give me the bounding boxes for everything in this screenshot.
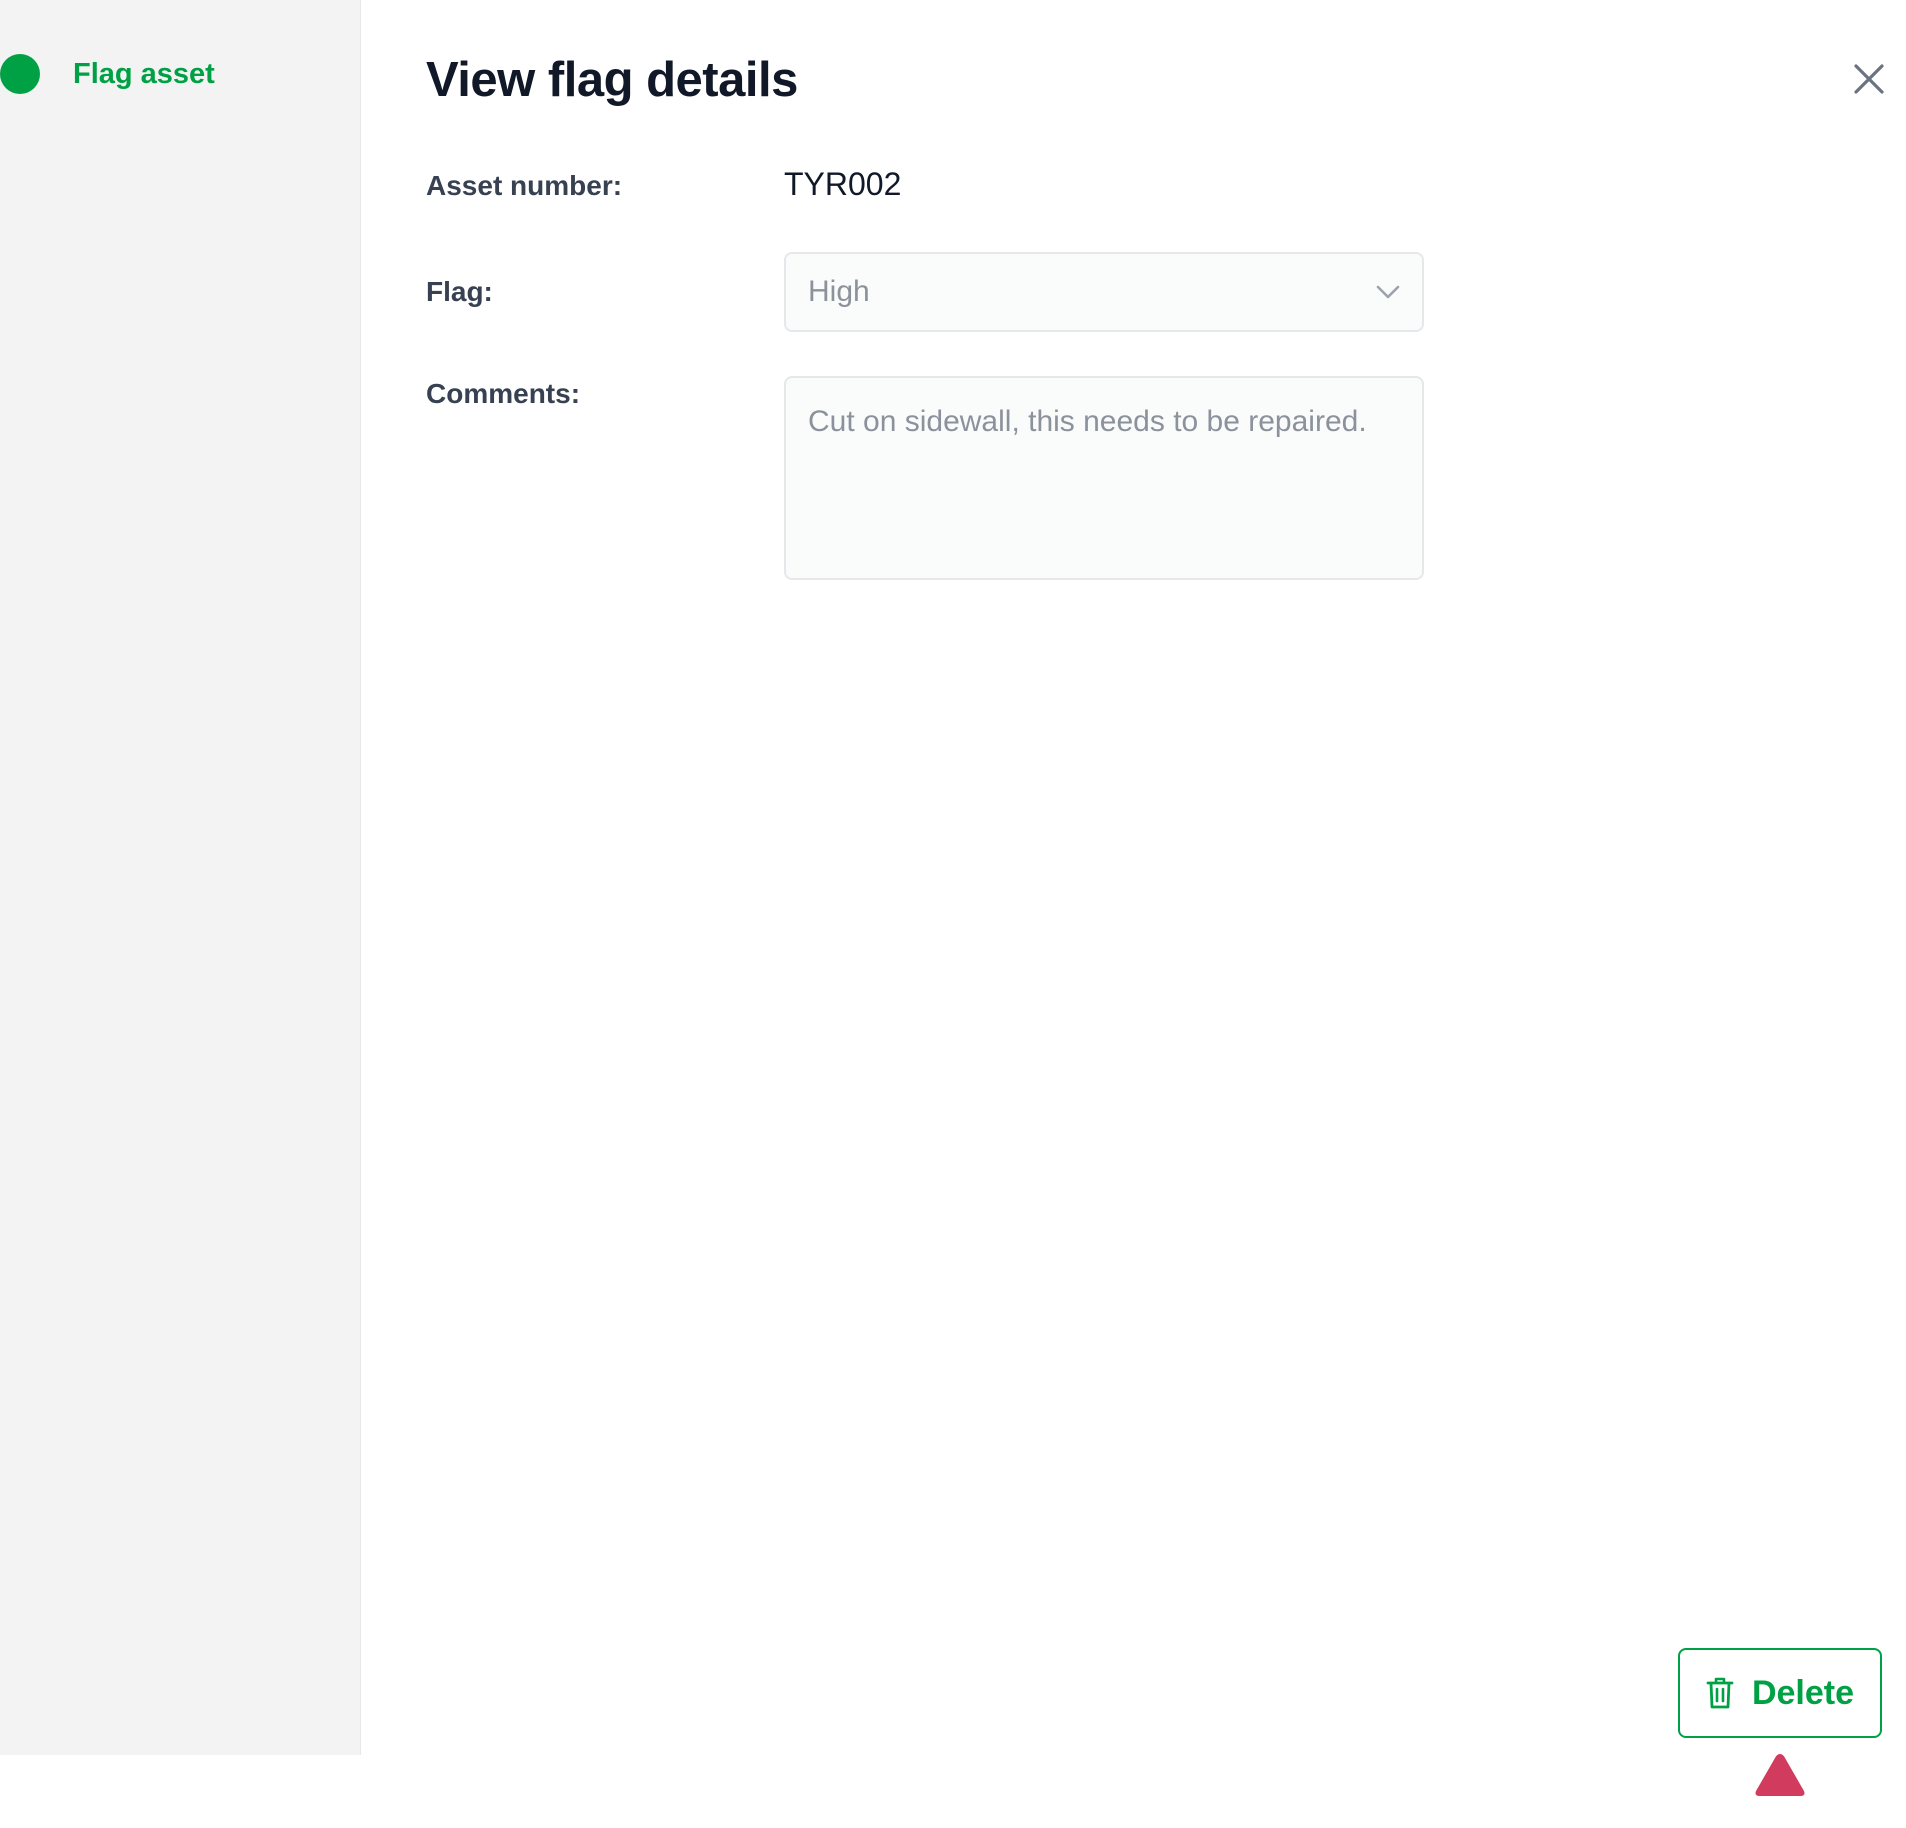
step-label: Flag asset [73,57,215,90]
asset-number-label: Asset number: [426,170,623,201]
delete-label: Delete [1751,1673,1855,1712]
comments-textarea[interactable]: Cut on sidewall, this needs to be repair… [784,376,1424,580]
delete-button[interactable]: Delete [1678,1648,1882,1738]
flag-label: Flag: [426,276,493,307]
chevron-down-icon [1376,285,1400,299]
flag-select-value: High [808,275,870,308]
sidebar: Flag asset [0,0,361,1755]
close-button[interactable] [1846,56,1892,102]
close-icon [1854,64,1884,94]
comments-label: Comments: [426,378,581,409]
pointer-triangle-icon [1755,1754,1805,1796]
trash-icon [1706,1677,1734,1709]
step-status-dot-icon [0,54,40,94]
asset-number-value: TYR002 [784,166,902,202]
page-title: View flag details [426,53,798,107]
flag-select[interactable]: High [784,252,1424,332]
step-flag-asset[interactable]: Flag asset [0,54,215,94]
